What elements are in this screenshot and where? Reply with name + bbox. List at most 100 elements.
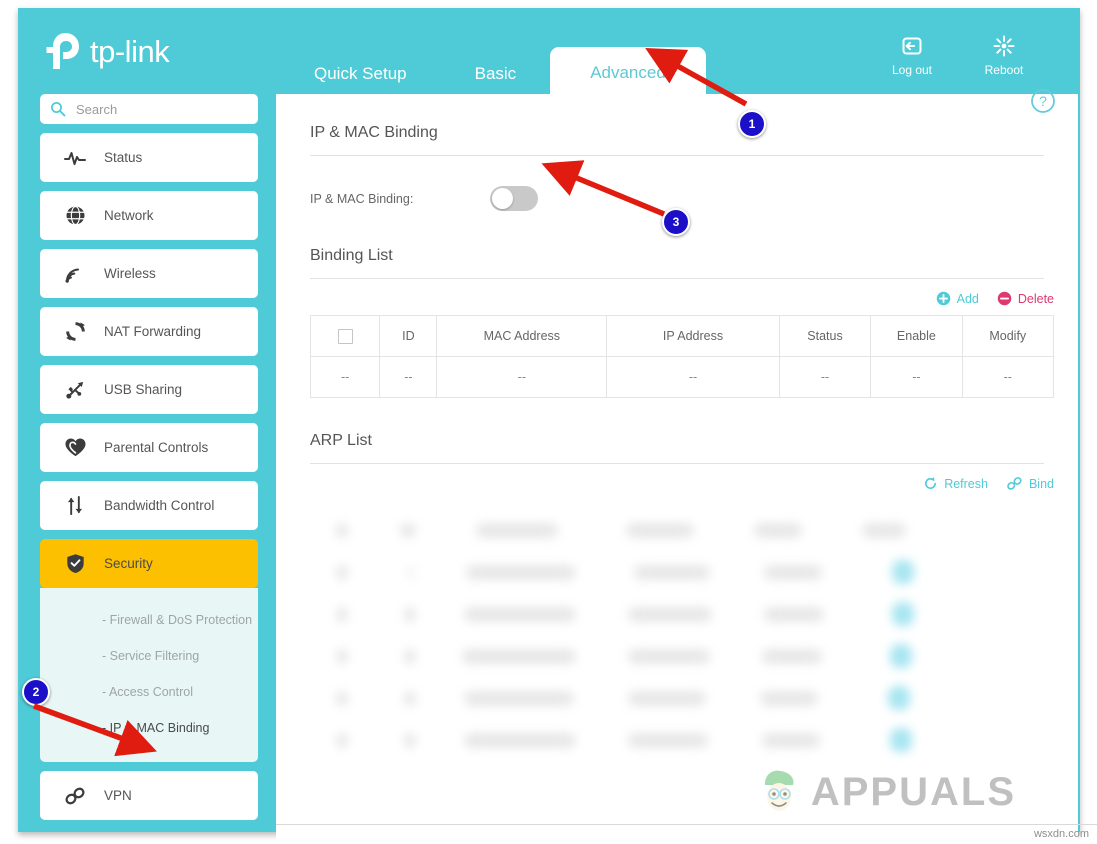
column-header-mac-address: MAC Address bbox=[436, 315, 608, 357]
arp-row bbox=[310, 719, 1054, 761]
globe-icon bbox=[62, 205, 88, 226]
svg-text:?: ? bbox=[1039, 93, 1047, 109]
sidebar-item-wireless[interactable]: Wireless bbox=[40, 249, 258, 298]
sidebar-item-label: Parental Controls bbox=[104, 440, 209, 455]
refresh-circle-icon bbox=[62, 321, 88, 342]
help-circle-icon[interactable]: ? bbox=[1030, 88, 1056, 119]
reboot-label: Reboot bbox=[984, 63, 1024, 77]
toggle-knob bbox=[492, 188, 513, 209]
top-action-bar: Log out Reboot bbox=[884, 34, 1032, 77]
column-header-id: ID bbox=[379, 315, 438, 357]
cell-enable: -- bbox=[870, 356, 963, 398]
plus-circle-icon bbox=[936, 291, 950, 306]
bind-button[interactable]: Bind bbox=[1006, 476, 1054, 491]
logout-icon bbox=[902, 37, 922, 55]
column-header-status: Status bbox=[778, 315, 872, 357]
delete-button[interactable]: Delete bbox=[997, 291, 1054, 306]
sidebar-item-label: VPN bbox=[104, 788, 132, 803]
sidebar-subitem-service-filtering[interactable]: - Service Filtering bbox=[40, 638, 258, 674]
sidebar-item-label: NAT Forwarding bbox=[104, 324, 202, 339]
sidebar-item-label: Bandwidth Control bbox=[104, 498, 215, 513]
screenshot-root: tp-link Quick Setup Basic Advanced Log o… bbox=[0, 0, 1097, 844]
minus-circle-icon bbox=[997, 291, 1012, 306]
delete-label: Delete bbox=[1017, 291, 1054, 306]
site-credit: wsxdn.com bbox=[1033, 828, 1089, 840]
tab-basic[interactable]: Basic bbox=[441, 50, 551, 100]
select-all-header[interactable] bbox=[309, 315, 381, 357]
search-box[interactable] bbox=[40, 94, 258, 124]
sidebar-item-status[interactable]: Status bbox=[40, 133, 258, 182]
sidebar-item-label: Status bbox=[104, 150, 143, 165]
refresh-label: Refresh bbox=[944, 476, 988, 491]
annotation-marker-3: 3 bbox=[662, 208, 690, 236]
sidebar-item-network[interactable]: Network bbox=[40, 191, 258, 240]
link-chain-icon bbox=[62, 786, 88, 806]
add-button[interactable]: Add bbox=[936, 291, 979, 306]
reboot-button[interactable]: Reboot bbox=[976, 34, 1032, 77]
sidebar-item-usb-sharing[interactable]: USB Sharing bbox=[40, 365, 258, 414]
table-header-row: ID MAC Address IP Address Status Enable … bbox=[309, 315, 1055, 357]
table-row: -- -- -- -- -- -- -- bbox=[309, 356, 1055, 398]
bottom-divider bbox=[276, 824, 1097, 825]
tab-quick-setup[interactable]: Quick Setup bbox=[280, 50, 441, 100]
cell-modify: -- bbox=[961, 356, 1055, 398]
binding-list-actions: Add Delete bbox=[310, 291, 1054, 306]
page-title: IP & MAC Binding bbox=[310, 124, 1044, 156]
add-label: Add bbox=[956, 291, 979, 306]
sidebar-item-label: USB Sharing bbox=[104, 382, 183, 397]
sidebar-item-vpn[interactable]: VPN bbox=[40, 771, 258, 820]
usb-icon bbox=[62, 379, 88, 400]
arp-row bbox=[310, 635, 1054, 677]
cell-ip-address: -- bbox=[606, 356, 780, 398]
column-header-modify: Modify bbox=[961, 315, 1055, 357]
binding-toggle-row: IP & MAC Binding: bbox=[310, 186, 1078, 211]
top-nav-tabs: Quick Setup Basic Advanced bbox=[280, 38, 706, 101]
select-all-checkbox[interactable] bbox=[337, 328, 353, 344]
arp-row bbox=[310, 593, 1054, 635]
annotation-arrow-1 bbox=[645, 47, 748, 107]
sidebar-item-label: Wireless bbox=[104, 266, 156, 281]
pulse-icon bbox=[62, 149, 88, 167]
ip-mac-binding-toggle[interactable] bbox=[490, 186, 538, 211]
annotation-arrow-2 bbox=[33, 703, 157, 757]
binding-toggle-label: IP & MAC Binding: bbox=[310, 191, 414, 206]
logout-label: Log out bbox=[891, 63, 933, 77]
arp-list-actions: Refresh Bind bbox=[310, 476, 1054, 491]
reboot-icon bbox=[993, 35, 1015, 57]
appuals-mascot-icon bbox=[764, 770, 794, 811]
watermark-text: APPUALS bbox=[810, 770, 1016, 814]
arp-row bbox=[310, 551, 1054, 593]
heart-icon bbox=[62, 437, 88, 458]
sidebar-item-nat-forwarding[interactable]: NAT Forwarding bbox=[40, 307, 258, 356]
sidebar-item-security[interactable]: Security bbox=[40, 539, 258, 588]
tp-link-logo[interactable]: tp-link bbox=[42, 28, 170, 74]
refresh-button[interactable]: Refresh bbox=[923, 476, 988, 491]
sidebar-item-label: Network bbox=[104, 208, 154, 223]
logout-button[interactable]: Log out bbox=[884, 34, 940, 77]
arp-row bbox=[310, 509, 1054, 551]
up-down-arrows-icon bbox=[62, 495, 88, 516]
link-icon bbox=[1007, 477, 1022, 490]
cell-mac-address: -- bbox=[436, 356, 608, 398]
wifi-icon bbox=[62, 264, 88, 284]
binding-list-table: ID MAC Address IP Address Status Enable … bbox=[309, 315, 1055, 398]
search-icon bbox=[50, 101, 66, 117]
annotation-marker-1: 1 bbox=[738, 110, 766, 138]
search-input[interactable] bbox=[74, 100, 254, 118]
sidebar-item-parental-controls[interactable]: Parental Controls bbox=[40, 423, 258, 472]
tp-link-logo-icon bbox=[46, 33, 79, 69]
brand-name: tp-link bbox=[90, 33, 170, 69]
shield-icon bbox=[62, 553, 88, 574]
arp-list-title: ARP List bbox=[310, 432, 1044, 464]
column-header-ip-address: IP Address bbox=[606, 315, 780, 357]
appuals-watermark: APPUALS bbox=[751, 766, 1016, 818]
bind-label: Bind bbox=[1028, 476, 1054, 491]
cell-status: -- bbox=[778, 356, 872, 398]
arp-list-blurred-rows bbox=[310, 509, 1054, 761]
sidebar-subitem-firewall-dos-protection[interactable]: - Firewall & DoS Protection bbox=[40, 602, 258, 638]
sidebar-item-label: Security bbox=[104, 556, 153, 571]
refresh-icon bbox=[925, 476, 937, 489]
binding-list-title: Binding List bbox=[310, 247, 1044, 279]
sidebar-item-bandwidth-control[interactable]: Bandwidth Control bbox=[40, 481, 258, 530]
cell-id: -- bbox=[379, 356, 438, 398]
